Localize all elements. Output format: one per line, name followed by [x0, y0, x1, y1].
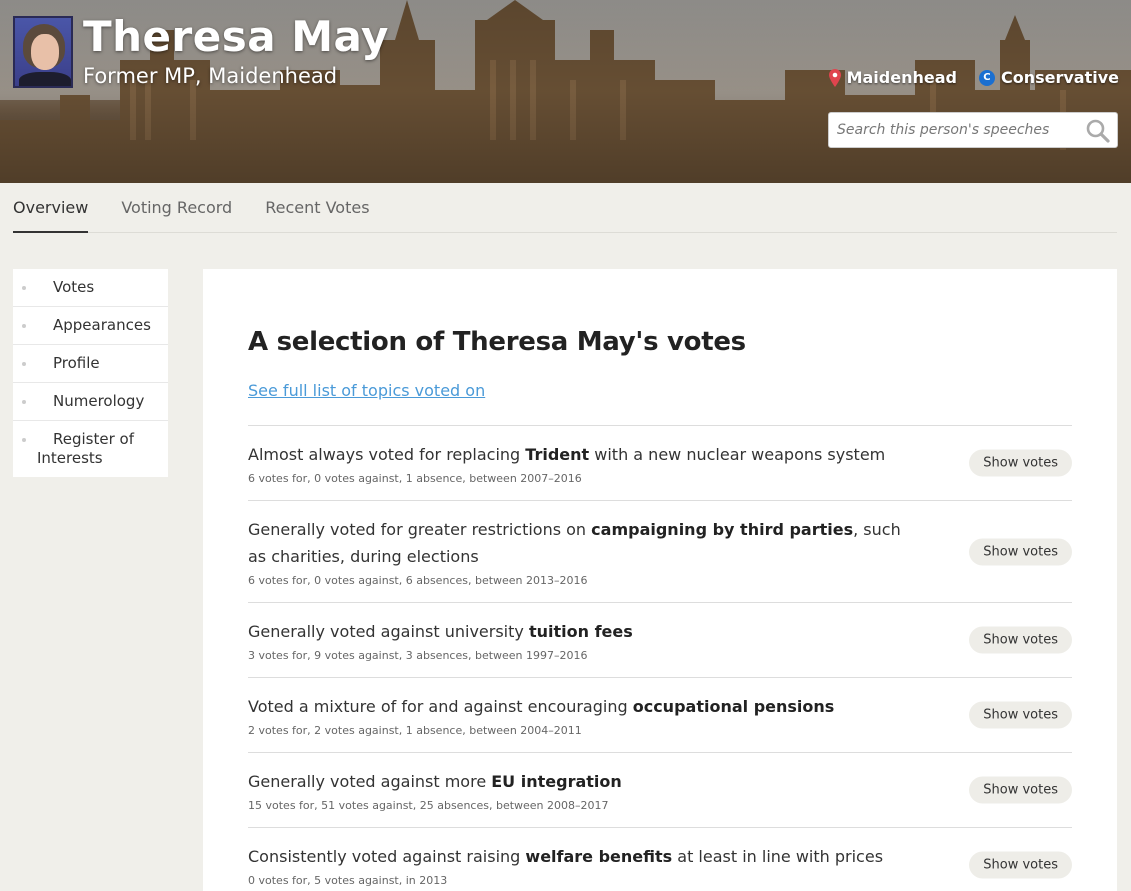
- profile-header: Theresa May Former MP, Maidenhead Maiden…: [0, 0, 1131, 183]
- tab-voting-record[interactable]: Voting Record: [121, 183, 232, 233]
- vote-statement: Generally voted for greater restrictions…: [248, 520, 901, 566]
- show-votes-button[interactable]: Show votes: [969, 538, 1072, 565]
- sidebar-item-votes[interactable]: Votes: [13, 269, 168, 307]
- sidebar-item-register-of-interests[interactable]: Register of Interests: [13, 421, 168, 477]
- vote-statement: Generally voted against more EU integrat…: [248, 772, 622, 791]
- bullet-icon: [22, 286, 26, 290]
- bullet-icon: [22, 438, 26, 442]
- sidebar-item-label: Numerology: [53, 392, 145, 410]
- vote-detail: 6 votes for, 0 votes against, 1 absence,…: [248, 472, 582, 485]
- vote-item-occupational-pensions: Voted a mixture of for and against encou…: [248, 678, 1072, 753]
- avatar: [13, 16, 73, 88]
- main-panel: A selection of Theresa May's votes See f…: [203, 269, 1117, 891]
- person-meta: Maidenhead C Conservative: [828, 68, 1119, 87]
- vote-item-eu-integration: Generally voted against more EU integrat…: [248, 753, 1072, 828]
- speech-search-box: [828, 112, 1118, 148]
- person-name: Theresa May: [83, 12, 389, 61]
- show-votes-button[interactable]: Show votes: [969, 701, 1072, 729]
- topics-link[interactable]: See full list of topics voted on: [248, 381, 485, 400]
- sidebar-item-label: Votes: [53, 278, 95, 296]
- bullet-icon: [22, 324, 26, 328]
- vote-item-trident: Almost always voted for replacing Triden…: [248, 426, 1072, 501]
- sidebar-item-appearances[interactable]: Appearances: [13, 307, 168, 345]
- vote-list: Almost always voted for replacing Triden…: [248, 425, 1072, 891]
- party-link[interactable]: C Conservative: [978, 68, 1119, 87]
- vote-statement: Voted a mixture of for and against encou…: [248, 697, 835, 716]
- speech-search-input[interactable]: [829, 113, 1079, 147]
- vote-detail: 6 votes for, 0 votes against, 6 absences…: [248, 574, 588, 587]
- sidebar-item-label: Profile: [53, 354, 100, 372]
- show-votes-button[interactable]: Show votes: [969, 626, 1072, 654]
- constituency-label: Maidenhead: [846, 68, 957, 87]
- vote-detail: 2 votes for, 2 votes against, 1 absence,…: [248, 724, 582, 737]
- vote-item-welfare-benefits: Consistently voted against raising welfa…: [248, 828, 1072, 891]
- show-votes-button[interactable]: Show votes: [969, 776, 1072, 804]
- tab-overview[interactable]: Overview: [13, 183, 89, 233]
- sidebar-item-numerology[interactable]: Numerology: [13, 383, 168, 421]
- vote-detail: 3 votes for, 9 votes against, 3 absences…: [248, 649, 588, 662]
- vote-detail: 0 votes for, 5 votes against, in 2013: [248, 874, 448, 887]
- vote-statement: Almost always voted for replacing Triden…: [248, 445, 886, 464]
- bullet-icon: [22, 362, 26, 366]
- party-label: Conservative: [1000, 68, 1119, 87]
- profile-tabs: Overview Voting Record Recent Votes: [13, 183, 1117, 233]
- person-role: Former MP, Maidenhead: [83, 64, 338, 88]
- vote-statement: Consistently voted against raising welfa…: [248, 847, 884, 866]
- sidebar-item-label: Appearances: [53, 316, 151, 334]
- show-votes-button[interactable]: Show votes: [969, 449, 1072, 477]
- conservative-party-icon: C: [978, 69, 995, 86]
- constituency-link[interactable]: Maidenhead: [828, 68, 957, 87]
- bullet-icon: [22, 400, 26, 404]
- sidebar-nav: Votes Appearances Profile Numerology Reg…: [13, 269, 168, 477]
- search-icon[interactable]: [1085, 118, 1111, 144]
- page-title: A selection of Theresa May's votes: [248, 327, 746, 357]
- vote-statement: Generally voted against university tuiti…: [248, 622, 633, 641]
- sidebar-item-profile[interactable]: Profile: [13, 345, 168, 383]
- map-pin-icon: [828, 68, 841, 87]
- vote-detail: 15 votes for, 51 votes against, 25 absen…: [248, 799, 609, 812]
- sidebar-item-label: Register of Interests: [37, 430, 134, 467]
- vote-item-tuition-fees: Generally voted against university tuiti…: [248, 603, 1072, 678]
- show-votes-button[interactable]: Show votes: [969, 851, 1072, 879]
- vote-item-third-party-campaigning: Generally voted for greater restrictions…: [248, 501, 1072, 603]
- tab-recent-votes[interactable]: Recent Votes: [265, 183, 369, 233]
